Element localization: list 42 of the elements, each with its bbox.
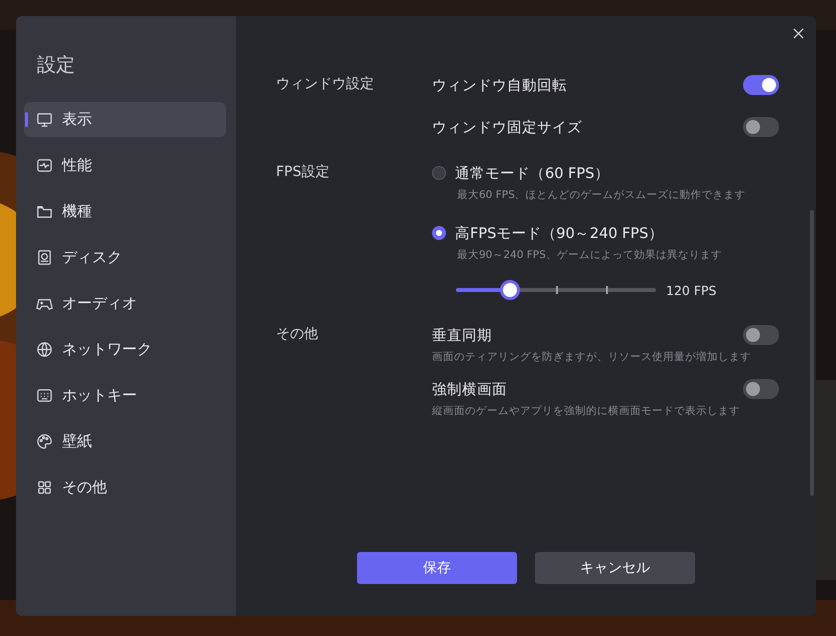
option-description: 最大90～240 FPS、ゲームによって効果は異なります — [456, 248, 723, 262]
section-label: ウィンドウ設定 — [276, 75, 375, 94]
section-label: その他 — [276, 325, 319, 344]
close-icon[interactable] — [793, 28, 804, 39]
sidebar-item[interactable]: その他 — [24, 470, 226, 505]
radio-label: 高FPSモード（90～240 FPS） — [455, 224, 664, 242]
toggle-switch[interactable] — [743, 379, 779, 399]
cancel-button[interactable]: キャンセル — [535, 552, 695, 584]
toggle-switch[interactable] — [743, 325, 779, 345]
setting-label: 強制横画面 — [432, 380, 507, 398]
radio-label: 通常モード（60 FPS） — [455, 164, 610, 182]
fps-slider[interactable] — [456, 280, 656, 300]
keyboard-icon — [36, 387, 53, 404]
monitor-icon — [36, 111, 53, 128]
setting-label: ウィンドウ自動回転 — [432, 76, 567, 94]
sidebar-item[interactable]: オーディオ — [24, 286, 226, 321]
setting-label: ウィンドウ固定サイズ — [432, 118, 582, 136]
globe-icon — [36, 341, 53, 358]
save-button[interactable]: 保存 — [357, 552, 517, 584]
scrollbar[interactable] — [810, 210, 814, 496]
setting-description: 画面のティアリングを防ぎますが、リソース使用量が増加します — [432, 350, 752, 364]
toggle-switch[interactable] — [743, 117, 779, 137]
sidebar-item[interactable]: 性能 — [24, 148, 226, 183]
sidebar-item[interactable]: ディスク — [24, 240, 226, 275]
sidebar-item[interactable]: 壁紙 — [24, 424, 226, 459]
radio-button[interactable] — [432, 166, 446, 180]
sidebar-item[interactable]: ホットキー — [24, 378, 226, 413]
setting-description: 縦画面のゲームやアプリを強制的に横画面モードで表示します — [432, 404, 741, 418]
option-description: 最大60 FPS、ほとんどのゲームがスムーズに動作できます — [456, 188, 747, 202]
palette-icon — [36, 433, 53, 450]
setting-label: 垂直同期 — [432, 326, 492, 344]
sidebar-item[interactable]: 表示 — [24, 102, 226, 137]
folder-icon — [36, 203, 53, 220]
sidebar-item[interactable]: 機種 — [24, 194, 226, 229]
section-label: FPS設定 — [276, 163, 330, 182]
toggle-switch[interactable] — [743, 75, 779, 95]
grid-icon — [36, 479, 53, 496]
sidebar-item[interactable]: ネットワーク — [24, 332, 226, 367]
slider-reading: 120 FPS — [666, 282, 716, 298]
pulse-icon — [36, 157, 53, 174]
dialog-title: 設定 — [37, 53, 76, 78]
radio-button[interactable] — [432, 226, 446, 240]
